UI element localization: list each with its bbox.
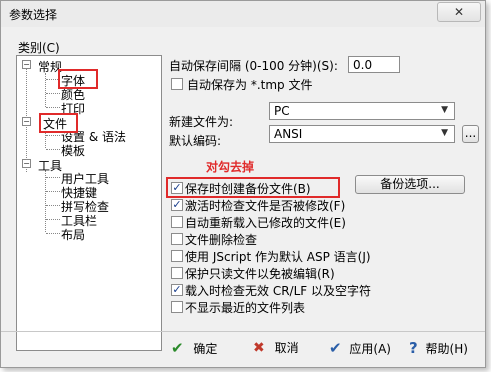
help-button[interactable]: ? 帮助(H)	[409, 339, 468, 361]
autosave-tmp-checkbox[interactable]	[171, 78, 183, 90]
tree-item-template[interactable]: 模板	[61, 142, 85, 159]
check-crlf-checkbox[interactable]: ✓	[171, 284, 183, 296]
checkbox-label: 自动重新载入已修改的文件(E)	[185, 216, 346, 230]
tree-item-tools[interactable]: 工具	[38, 157, 62, 174]
protect-readonly-checkbox[interactable]	[171, 267, 183, 279]
checkbox-label: 载入时检查无效 CR/LF 以及空字符	[185, 284, 371, 298]
cancel-button[interactable]: ✖ 取消	[253, 339, 299, 361]
jscript-default-checkbox[interactable]	[171, 250, 183, 262]
new-file-select[interactable]: PC ▼	[269, 102, 455, 120]
annotation-text: 对勾去掉	[206, 160, 255, 174]
highlight-box-font	[58, 69, 98, 89]
footer-divider	[1, 331, 485, 332]
collapse-icon[interactable]: −	[22, 117, 31, 126]
collapse-icon[interactable]: −	[22, 159, 31, 168]
check-icon: ✓	[172, 283, 182, 296]
help-icon: ?	[409, 339, 418, 357]
auto-reload-checkbox[interactable]	[171, 216, 183, 228]
dropdown-arrow-icon: ▼	[441, 105, 448, 115]
category-label: 类别(C)	[18, 41, 60, 55]
autosave-tmp-label: 自动保存为 *.tmp 文件	[187, 78, 313, 92]
hide-recent-checkbox[interactable]	[171, 301, 183, 313]
checkmark-icon: ✔	[171, 339, 184, 357]
checkbox-label: 保护只读文件以免被编辑(R)	[185, 267, 335, 281]
new-file-label: 新建文件为:	[169, 115, 234, 129]
delete-check-checkbox[interactable]	[171, 233, 183, 245]
tree-item-layout[interactable]: 布局	[61, 226, 85, 243]
tree-connector	[45, 170, 46, 232]
category-tree[interactable]: − 常规 字体 颜色 打印 − 文件 设置 & 语法 模板 − 工具 用户工具 …	[16, 55, 162, 351]
apply-icon: ✔	[329, 339, 342, 357]
ok-button[interactable]: ✔ 确定	[171, 339, 217, 361]
window-title: 参数选择	[9, 8, 58, 22]
checkbox-label: 激活时检查文件是否被修改(F)	[185, 199, 346, 213]
checkbox-label: 使用 JScript 作为默认 ASP 语言(J)	[185, 250, 371, 264]
encoding-label: 默认编码:	[169, 134, 222, 148]
title-bar: 参数选择 ✕	[1, 1, 485, 27]
dropdown-arrow-icon: ▼	[441, 128, 448, 138]
highlight-box-backup	[166, 177, 340, 198]
check-icon: ✓	[172, 198, 182, 211]
close-button[interactable]: ✕	[437, 2, 481, 22]
close-icon: ✕	[453, 5, 465, 19]
backup-options-button[interactable]: 备份选项...	[355, 175, 465, 194]
encoding-more-button[interactable]: ...	[462, 125, 479, 143]
autosave-interval-label: 自动保存间隔 (0-100 分钟)(S):	[169, 59, 338, 73]
check-modified-checkbox[interactable]: ✓	[171, 199, 183, 211]
collapse-icon[interactable]: −	[22, 60, 31, 69]
encoding-select[interactable]: ANSI ▼	[269, 125, 455, 143]
apply-button[interactable]: ✔ 应用(A)	[329, 339, 391, 361]
cross-icon: ✖	[253, 340, 265, 356]
checkbox-label: 不显示最近的文件列表	[185, 301, 306, 315]
preferences-dialog: 参数选择 ✕ 类别(C) − 常规 字体 颜色 打印 − 文件 设置 & 语法 …	[0, 0, 486, 368]
highlight-box-file	[39, 113, 78, 133]
checkbox-label: 文件删除检查	[185, 233, 258, 247]
autosave-interval-input[interactable]: 0.0	[348, 56, 400, 73]
